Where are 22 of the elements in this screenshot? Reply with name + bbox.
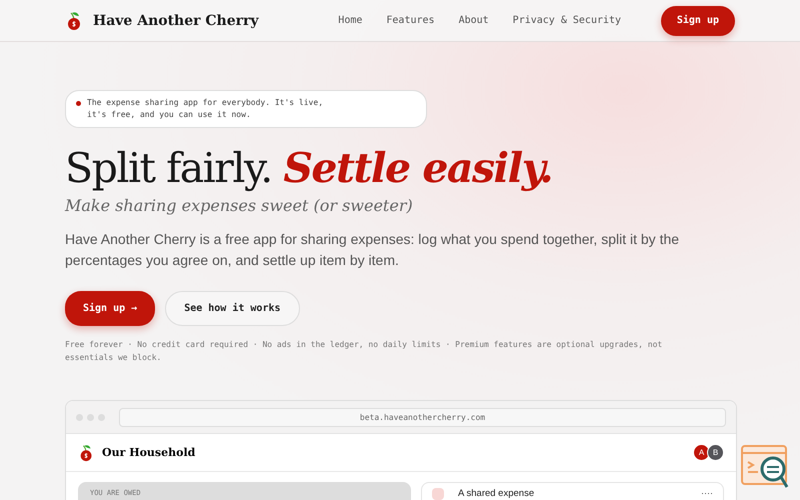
- hero-heading: Split fairly. Settle easily.: [65, 143, 554, 194]
- nav-link[interactable]: About: [458, 15, 489, 26]
- sign-up-button[interactable]: Sign up →: [65, 291, 156, 326]
- hero-subtitle: Make sharing expenses sweet (or sweeter): [65, 196, 414, 215]
- nav-link[interactable]: Features: [386, 15, 435, 26]
- member-avatar: B: [707, 444, 724, 461]
- group-name: Our Household: [102, 446, 196, 459]
- member-avatar: A: [693, 444, 710, 461]
- hero-description: Have Another Cherry is a free app for sharing expenses: log what you spend together, split it by the percentages you agree on, and settle up item by item.: [65, 230, 680, 270]
- nav-link[interactable]: Privacy & Security: [512, 15, 622, 26]
- status-dot: [76, 101, 81, 106]
- address-bar: beta.haveanothercherry.com: [119, 408, 726, 426]
- nav-link[interactable]: Home: [338, 15, 362, 26]
- footnote: Free forever · No credit card required · No ads in the ledger, no daily limits · Premium features are optional upgrades, not essentials we block.: [65, 339, 664, 364]
- search-window-icon[interactable]: [740, 444, 790, 490]
- expense-icon: [432, 488, 444, 500]
- brand-name[interactable]: Have Another Cherry: [93, 12, 259, 28]
- sign-up-button[interactable]: Sign up: [660, 6, 735, 36]
- announcement-text: The expense sharing app for everybody. It's live, it's free, and you can use it now.: [87, 97, 324, 121]
- how-it-works-button[interactable]: See how it works: [165, 291, 300, 326]
- expense-title: A shared expense: [458, 488, 536, 499]
- more-menu[interactable]: ····: [701, 488, 713, 499]
